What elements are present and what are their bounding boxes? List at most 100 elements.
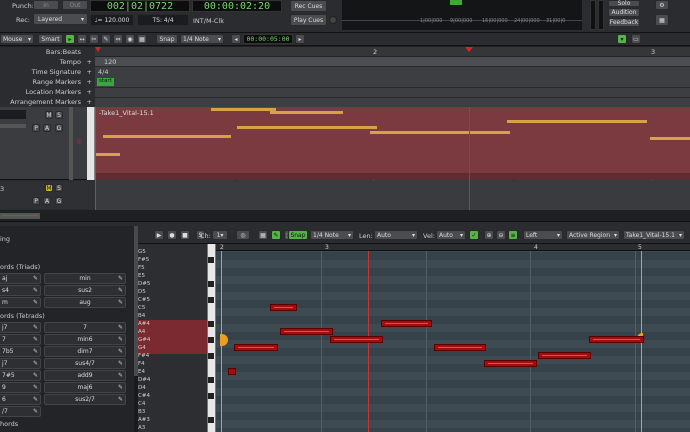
midi-region[interactable]: -Take1_Vital-15.1 [95,107,690,180]
snap-button[interactable]: Snap [156,34,178,44]
chord-tetrad[interactable]: 9 ✎ [0,382,41,393]
chord-tetrad[interactable]: add9 ✎ [44,370,126,381]
play-cues-button[interactable]: Play Cues [290,14,327,26]
black-key[interactable] [208,377,214,383]
vel-select[interactable]: Auto ▾ [436,230,466,240]
punch-in-button[interactable]: In [33,0,59,10]
pencil-icon[interactable]: ✎ [118,396,123,403]
pencil-icon[interactable]: ✎ [33,299,38,306]
black-key[interactable] [208,257,214,263]
pencil-icon[interactable]: ✎ [118,275,123,282]
pencil-icon[interactable]: ✎ [118,360,123,367]
black-key[interactable] [208,353,214,359]
chord-tetrad[interactable]: 7b5 ✎ [0,346,41,357]
audition-button[interactable]: Audition [608,8,640,17]
grid-icon[interactable]: ▦ [655,14,669,26]
pencil-icon[interactable]: ✎ [118,287,123,294]
time-signature-display[interactable]: TS: 4/4 [137,14,189,26]
black-key[interactable] [208,297,214,303]
pencil-icon[interactable]: ✎ [118,324,123,331]
add-location-icon[interactable]: + [87,88,92,96]
chord-tetrad[interactable]: j7 ✎ [0,358,41,369]
pencil-icon[interactable]: ✎ [118,299,123,306]
group-button[interactable]: G [55,124,63,132]
velocity-toggle-icon[interactable]: ✓ [469,230,479,240]
play-icon[interactable]: ▶ [154,230,164,240]
track-name-field[interactable] [0,110,26,119]
chord-triad-sus4[interactable]: s4 ✎ [0,285,41,296]
channel-select[interactable]: 1 ▾ [212,230,228,240]
mini-timeline[interactable]: 1|00|000 9|00|000 16|00|000 24|00|000 31… [342,0,582,30]
punch-out-button[interactable]: Out [62,0,88,10]
pencil-icon[interactable]: ✎ [118,348,123,355]
chord-tetrad[interactable]: 7 ✎ [44,322,126,333]
pencil-icon[interactable]: ✎ [33,384,38,391]
play-tool-icon[interactable]: ▸ [65,34,75,44]
snap-button[interactable]: Snap [288,230,308,240]
chord-triad-aug[interactable]: aug ✎ [44,297,126,308]
region-mode-select[interactable]: Active Region ▾ [566,230,620,240]
record-arm-icon[interactable]: ◎ [76,137,82,145]
cue-indicator[interactable] [329,16,337,24]
midi-note[interactable] [234,344,278,351]
midi-note[interactable] [280,328,333,335]
chord-tetrad[interactable]: j7 ✎ [0,322,41,333]
chord-triad-dim[interactable]: m ✎ [0,297,41,308]
automation-button[interactable]: A [43,124,51,132]
add-range-icon[interactable]: + [87,78,92,86]
mute-button[interactable]: M [45,111,53,119]
midi-note[interactable] [228,368,236,375]
len-select[interactable]: Auto ▾ [374,230,418,240]
loop-start-handle[interactable] [220,334,228,346]
feedback-button[interactable]: Feedback [608,18,640,27]
mixer-toggle-icon[interactable]: ▭ [631,34,641,44]
chord-tetrad[interactable]: 7#5 ✎ [0,370,41,381]
chord-triad-maj[interactable]: aj ✎ [0,273,41,284]
piano-keyboard[interactable] [207,244,216,432]
black-key[interactable] [208,281,214,287]
pencil-icon[interactable]: ✎ [118,372,123,379]
midi-note[interactable] [484,360,537,367]
pencil-icon[interactable]: ✎ [33,275,38,282]
pencil-icon[interactable]: ✎ [118,384,123,391]
loop-icon[interactable]: ● [167,230,177,240]
pencil-icon[interactable]: ✎ [33,324,38,331]
audition-tool-icon[interactable]: ◉ [125,34,135,44]
note-length-select[interactable]: 1/4 Note ▾ [310,230,354,240]
direction-select[interactable]: Left ▾ [523,230,563,240]
black-key[interactable] [208,393,214,399]
pencil-icon[interactable]: ✎ [33,287,38,294]
midi-note[interactable] [381,320,432,327]
playhead-marker[interactable] [465,47,473,52]
cut-tool-icon[interactable]: ✂ [89,34,99,44]
add-tempo-icon[interactable]: + [87,58,92,66]
chord-tetrad[interactable]: min6 ✎ [44,334,126,345]
black-key[interactable] [208,321,214,327]
sync-source[interactable]: INT/M-Clk [193,17,224,25]
add-arrangement-icon[interactable]: + [87,98,92,106]
midi-note[interactable] [270,304,297,311]
playlist-button[interactable]: P [32,197,40,205]
add-ts-icon[interactable]: + [87,68,92,76]
black-key[interactable] [208,337,214,343]
bbt-clock[interactable]: 002|02|0722 [90,0,190,12]
pencil-icon[interactable]: ✎ [33,336,38,343]
midi-note[interactable] [589,336,644,343]
black-key[interactable] [208,417,214,423]
remove-icon[interactable]: ⊖ [496,230,506,240]
tempo-display[interactable]: ♩= 120.000 [90,14,134,26]
mute-button-active[interactable]: M [45,184,53,192]
group-button[interactable]: G [55,197,63,205]
solo-button[interactable]: Solo [608,0,640,7]
tempo-marker[interactable]: 120 [104,58,116,66]
nudge-right-icon[interactable]: ▸ [295,34,305,44]
chord-triad-sus2[interactable]: sus2 ✎ [44,285,126,296]
editor-list-toggle-icon[interactable]: ▾ [617,34,627,44]
chord-tetrad[interactable]: /7 ✎ [0,406,41,417]
chord-triad-min[interactable]: min ✎ [44,273,126,284]
pencil-icon[interactable]: ✎ [33,372,38,379]
nudge-clock[interactable]: 00:00:05:00 [243,34,293,44]
rec-mode-select[interactable]: Layered ▾ [33,13,88,25]
nudge-left-icon[interactable]: ◂ [231,34,241,44]
track-header-midi[interactable]: M S P A G ◎ [0,107,95,180]
